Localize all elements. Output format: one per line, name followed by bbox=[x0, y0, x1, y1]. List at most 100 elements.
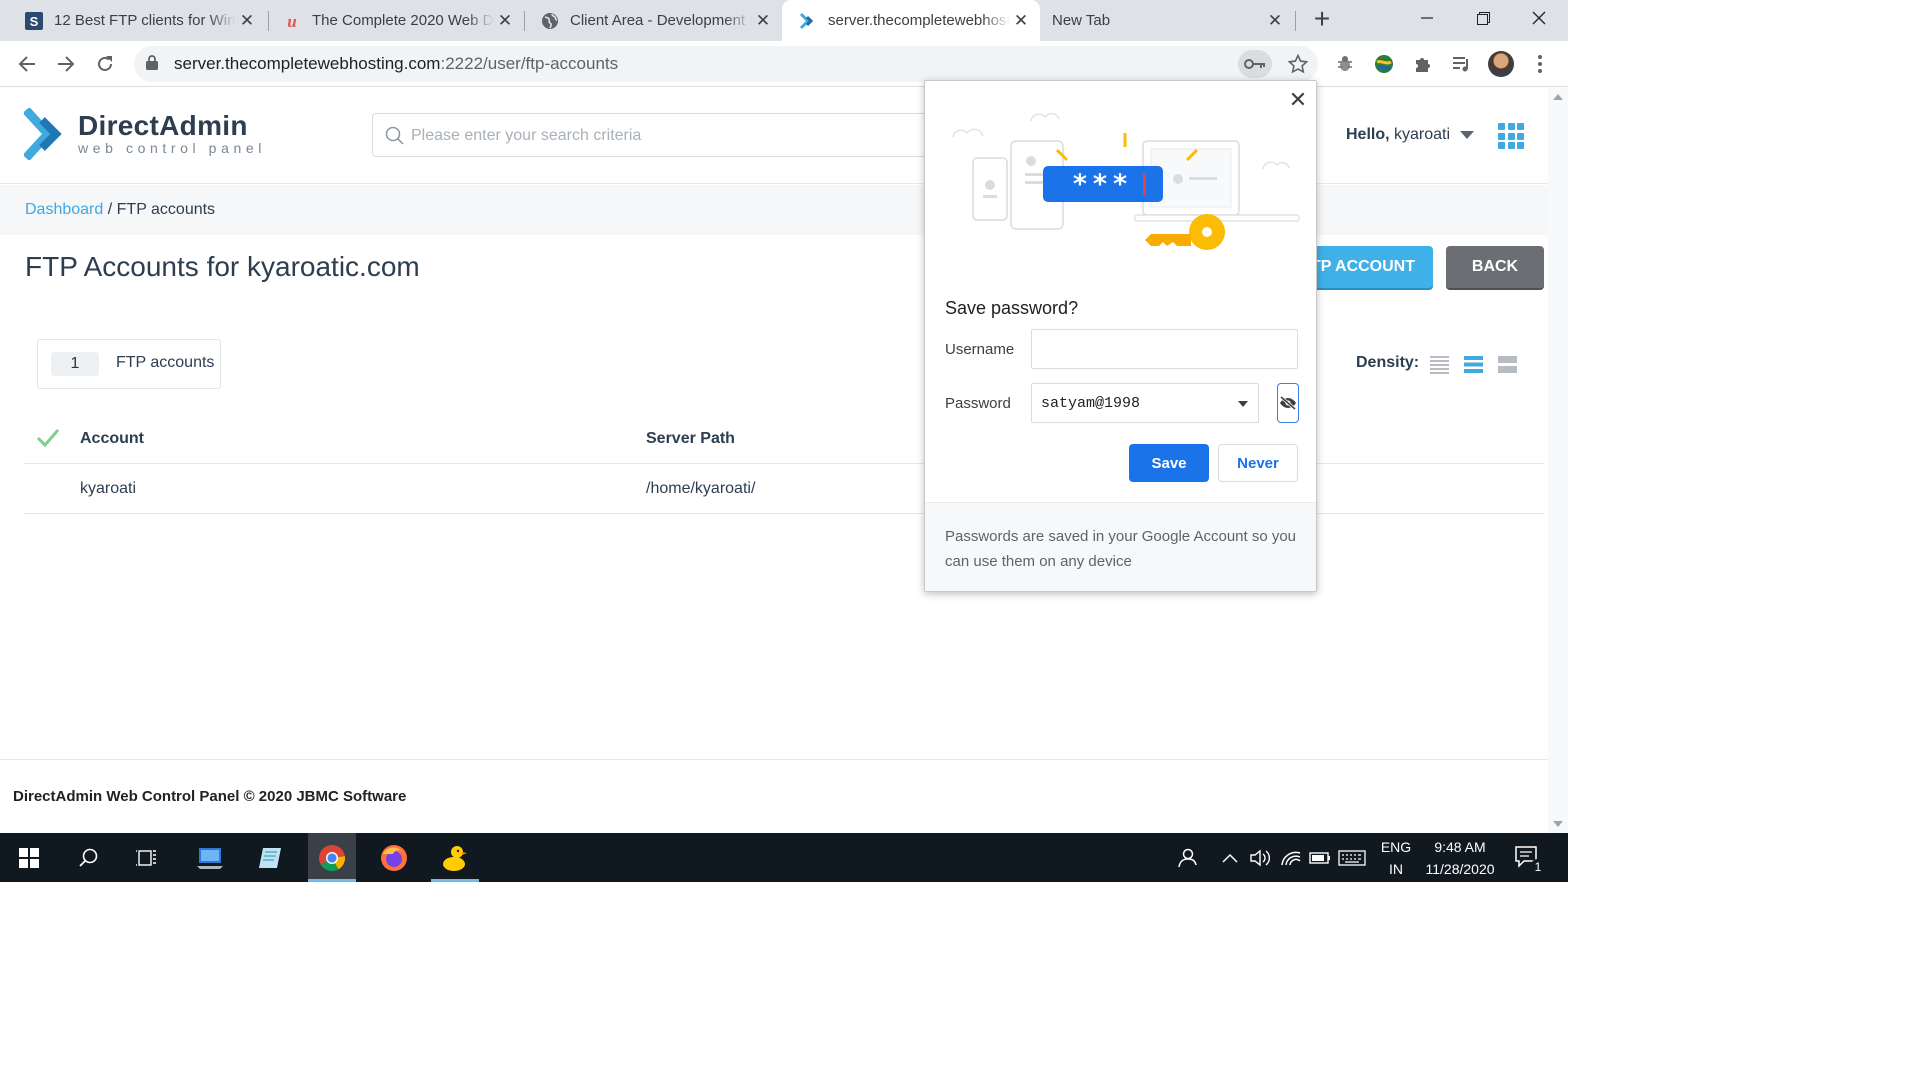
this-pc-icon[interactable] bbox=[186, 833, 234, 882]
page-scrollbar[interactable] bbox=[1548, 88, 1568, 833]
tab-title: 12 Best FTP clients for Windows bbox=[54, 12, 236, 29]
toggle-password-visibility-icon[interactable] bbox=[1277, 383, 1299, 423]
password-select[interactable]: satyam@1998 bbox=[1031, 383, 1259, 423]
tab-ftp-clients[interactable]: S 12 Best FTP clients for Windows ✕ bbox=[8, 0, 266, 41]
profile-avatar-icon[interactable] bbox=[1487, 50, 1515, 78]
clock-time[interactable]: 9:48 AM bbox=[1420, 839, 1500, 855]
password-key-icon[interactable] bbox=[1238, 50, 1272, 78]
select-all-checkbox[interactable] bbox=[36, 428, 60, 450]
windows-start-icon[interactable] bbox=[5, 833, 53, 882]
search-icon bbox=[385, 126, 405, 151]
column-account[interactable]: Account bbox=[80, 430, 144, 448]
password-label: Password bbox=[945, 395, 1011, 412]
globe-extension-icon[interactable] bbox=[1370, 50, 1398, 78]
user-greeting[interactable]: Hello, kyaroati bbox=[1346, 126, 1450, 144]
apps-grid-icon[interactable] bbox=[1498, 123, 1524, 149]
username: kyaroati bbox=[1394, 126, 1451, 143]
tab-web-bootcamp[interactable]: u The Complete 2020 Web Development Boot… bbox=[266, 0, 524, 41]
tab-title: server.thecompletewebhosting.com bbox=[828, 12, 1010, 29]
close-icon[interactable]: ✕ bbox=[1264, 10, 1286, 32]
close-icon[interactable]: ✕ bbox=[236, 10, 258, 32]
language-bottom[interactable]: IN bbox=[1380, 861, 1412, 877]
udemy-favicon-icon: u bbox=[282, 11, 302, 31]
scroll-down-arrow-icon[interactable] bbox=[1553, 821, 1563, 827]
logo-text: DirectAdmin web control panel bbox=[78, 112, 266, 157]
breadcrumb: Dashboard / FTP accounts bbox=[25, 201, 215, 219]
footer-copyright: DirectAdmin Web Control Panel © 2020 JBM… bbox=[13, 788, 407, 805]
url-text[interactable]: server.thecompletewebhosting.com:2222/us… bbox=[174, 54, 618, 74]
wifi-icon[interactable] bbox=[1280, 846, 1302, 870]
bug-extension-icon[interactable] bbox=[1331, 50, 1359, 78]
svg-text:u: u bbox=[287, 12, 296, 30]
back-button[interactable]: BACK bbox=[1446, 246, 1544, 288]
density-medium-icon[interactable] bbox=[1464, 355, 1483, 374]
windows-taskbar: ENG IN 9:48 AM 11/28/2020 1 bbox=[0, 833, 1568, 882]
chrome-taskbar-icon[interactable] bbox=[308, 833, 356, 882]
tab-title: Client Area - Development Island bbox=[570, 12, 752, 29]
search-input[interactable] bbox=[411, 124, 911, 148]
page-title: FTP Accounts for kyaroatic.com bbox=[25, 251, 420, 282]
tab-new-tab[interactable]: New Tab ✕ bbox=[1040, 0, 1294, 41]
tab-directadmin[interactable]: server.thecompletewebhosting.com ✕ bbox=[782, 0, 1040, 41]
notification-count-badge: 1 bbox=[1530, 859, 1546, 875]
restore-icon[interactable] bbox=[1456, 0, 1510, 36]
directadmin-logo[interactable]: DirectAdmin web control panel bbox=[24, 108, 266, 160]
count-badge: 1 bbox=[51, 352, 99, 376]
back-arrow-icon[interactable] bbox=[13, 50, 41, 78]
cyberduck-icon[interactable] bbox=[431, 833, 479, 882]
svg-text:S: S bbox=[30, 14, 39, 29]
tab-separator bbox=[1295, 11, 1296, 31]
language-top[interactable]: ENG bbox=[1380, 839, 1412, 855]
never-button[interactable]: Never bbox=[1218, 444, 1298, 482]
forward-arrow-icon[interactable] bbox=[52, 50, 80, 78]
chevron-up-icon[interactable] bbox=[1222, 846, 1238, 870]
server-path-cell: /home/kyaroati/ bbox=[646, 480, 756, 497]
ftp-accounts-count: 1 FTP accounts bbox=[37, 339, 221, 389]
tab-title: The Complete 2020 Web Development Bootca… bbox=[312, 12, 494, 29]
search-icon[interactable] bbox=[65, 833, 113, 882]
save-button[interactable]: Save bbox=[1129, 444, 1209, 482]
directadmin-favicon-icon bbox=[798, 11, 818, 31]
close-icon[interactable]: ✕ bbox=[1010, 10, 1032, 32]
password-value: satyam@1998 bbox=[1041, 395, 1141, 412]
password-illustration: *** bbox=[952, 113, 1300, 250]
close-icon[interactable]: ✕ bbox=[752, 10, 774, 32]
breadcrumb-separator: / bbox=[107, 201, 113, 218]
clock-date[interactable]: 11/28/2020 bbox=[1418, 861, 1502, 877]
address-bar[interactable]: server.thecompletewebhosting.com:2222/us… bbox=[134, 46, 1318, 82]
user-menu-caret-icon[interactable] bbox=[1460, 131, 1474, 139]
density-compact-icon[interactable] bbox=[1430, 355, 1449, 374]
density-comfortable-icon[interactable] bbox=[1498, 355, 1517, 374]
save-password-question: Save password? bbox=[945, 298, 1079, 318]
tab-client-area[interactable]: Client Area - Development Island ✕ bbox=[524, 0, 782, 41]
volume-icon[interactable] bbox=[1250, 846, 1272, 870]
task-view-icon[interactable] bbox=[123, 833, 171, 882]
window-close-icon[interactable] bbox=[1512, 0, 1566, 36]
battery-icon[interactable] bbox=[1309, 846, 1331, 870]
breadcrumb-dashboard-link[interactable]: Dashboard bbox=[25, 201, 103, 218]
keyboard-icon[interactable] bbox=[1338, 846, 1366, 870]
directadmin-logo-icon bbox=[24, 108, 62, 160]
firefox-icon[interactable] bbox=[370, 833, 418, 882]
notepad-icon[interactable] bbox=[246, 833, 294, 882]
new-tab-plus-icon[interactable]: + bbox=[1308, 5, 1336, 34]
username-field[interactable] bbox=[1031, 329, 1298, 369]
page-footer: DirectAdmin Web Control Panel © 2020 JBM… bbox=[0, 759, 1548, 833]
account-cell[interactable]: kyaroati bbox=[80, 480, 136, 498]
tab-title: New Tab bbox=[1052, 12, 1111, 29]
masked-password-text: *** bbox=[1073, 169, 1133, 200]
scroll-up-arrow-icon[interactable] bbox=[1553, 94, 1563, 100]
media-queue-icon[interactable] bbox=[1448, 50, 1476, 78]
extensions-puzzle-icon[interactable] bbox=[1409, 50, 1437, 78]
chrome-menu-icon[interactable] bbox=[1526, 50, 1554, 78]
people-icon[interactable] bbox=[1176, 846, 1198, 870]
reload-icon[interactable] bbox=[91, 50, 119, 78]
save-password-dialog: ✕ *** Save password? Username Password s… bbox=[924, 80, 1317, 592]
lock-icon[interactable] bbox=[146, 55, 158, 75]
minimize-icon[interactable] bbox=[1400, 0, 1454, 36]
bookmark-star-icon[interactable] bbox=[1284, 50, 1312, 78]
column-server-path[interactable]: Server Path bbox=[646, 430, 735, 448]
close-icon[interactable]: ✕ bbox=[494, 10, 516, 32]
check-icon bbox=[36, 429, 60, 448]
density-label: Density: bbox=[1356, 354, 1420, 371]
